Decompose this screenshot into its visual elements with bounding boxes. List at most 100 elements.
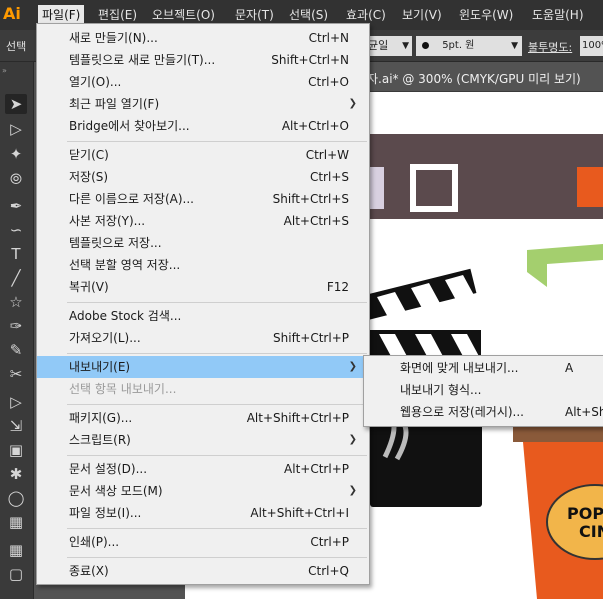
document-tab-title: 자.ai* @ 300% (CMYK/GPU 미리 보기): [367, 72, 581, 86]
menu-type[interactable]: 문자(T): [235, 7, 274, 23]
brush-dot-icon: [422, 41, 429, 49]
menu-item-new-from-template[interactable]: 템플릿으로 새로 만들기(T)... Shift+Ctrl+N: [37, 49, 369, 71]
gradient-tool-icon[interactable]: ▢: [5, 564, 27, 584]
variable-width-dropdown[interactable]: 균일 ▼: [366, 36, 412, 56]
menu-effect[interactable]: 효과(C): [346, 7, 386, 23]
lasso-icon[interactable]: ⦾: [5, 169, 27, 189]
magic-wand-icon[interactable]: ✦: [5, 144, 27, 164]
menu-item-close[interactable]: 닫기(C) Ctrl+W: [37, 144, 369, 166]
menu-select[interactable]: 선택(S): [289, 7, 328, 23]
shaper-tool-icon[interactable]: ✎: [5, 340, 27, 360]
reflect-tool-icon[interactable]: ▷: [5, 392, 27, 412]
menu-item-label: 문서 설정(D)...: [69, 462, 148, 476]
menu-item-label: 화면에 맞게 내보내기...: [400, 361, 519, 375]
puppet-warp-icon[interactable]: ✱: [5, 464, 27, 484]
chevron-right-icon: ❯: [348, 485, 357, 496]
selection-tool-icon[interactable]: ➤: [5, 94, 27, 114]
chevron-right-icon: ❯: [348, 434, 357, 445]
opacity-label[interactable]: 불투명도:: [528, 39, 572, 55]
menu-item-document-color-mode[interactable]: 문서 색상 모드(M) ❯: [37, 480, 369, 502]
menu-item-label: Adobe Stock 검색...: [69, 309, 182, 323]
mesh-tool-icon[interactable]: ▦: [5, 540, 27, 560]
menu-item-label: 선택 항목 내보내기...: [69, 382, 177, 396]
menu-item-save-copy[interactable]: 사본 저장(Y)... Alt+Ctrl+S: [37, 210, 369, 232]
free-transform-icon[interactable]: ▣: [5, 440, 27, 460]
menu-separator: [67, 455, 367, 456]
menu-item-open[interactable]: 열기(O)... Ctrl+O: [37, 71, 369, 93]
direct-selection-tool-icon[interactable]: ▷: [5, 119, 27, 139]
star-tool-icon[interactable]: ☆: [5, 292, 27, 312]
menu-item-label: 템플릿으로 새로 만들기(T)...: [69, 53, 216, 67]
variable-width-value: 균일: [368, 39, 389, 52]
menu-separator: [67, 404, 367, 405]
menu-separator: [67, 302, 367, 303]
menu-help[interactable]: 도움말(H): [532, 7, 584, 23]
menu-item-shortcut: Alt+Ctrl+O: [281, 119, 349, 133]
menu-item-file-info[interactable]: 파일 정보(I)... Alt+Shift+Ctrl+I: [37, 502, 369, 524]
menu-item-label: 문서 색상 모드(M): [69, 484, 163, 498]
menu-item-label: 다른 이름으로 저장(A)...: [69, 192, 194, 206]
menu-item-save-as[interactable]: 다른 이름으로 저장(A)... Shift+Ctrl+S: [37, 188, 369, 210]
menu-item-package[interactable]: 패키지(G)... Alt+Shift+Ctrl+P: [37, 407, 369, 429]
menu-edit[interactable]: 편집(E): [98, 7, 137, 23]
shape-builder-icon[interactable]: ◯: [5, 488, 27, 508]
menu-item-export[interactable]: 내보내기(E) ❯: [37, 356, 369, 378]
badge-text-line1: POP: [567, 504, 603, 523]
control-bar-label: 선택: [6, 40, 27, 53]
menu-item-label: 닫기(C): [69, 148, 109, 162]
submenu-item-export-as[interactable]: 내보내기 형식...: [364, 379, 603, 401]
perspective-grid-icon[interactable]: ▦: [5, 512, 27, 532]
menu-item-print[interactable]: 인쇄(P)... Ctrl+P: [37, 531, 369, 553]
menu-item-shortcut: Ctrl+W: [305, 148, 349, 162]
menu-item-revert[interactable]: 복귀(V) F12: [37, 276, 369, 298]
menu-item-save-as-template[interactable]: 템플릿으로 저장...: [37, 232, 369, 254]
menu-item-shortcut: Ctrl+Q: [308, 564, 349, 578]
menu-separator: [67, 528, 367, 529]
curvature-tool-icon[interactable]: ∽: [5, 220, 27, 240]
menu-item-label: 내보내기 형식...: [400, 383, 482, 397]
menu-item-browse-bridge[interactable]: Bridge에서 찾아보기... Alt+Ctrl+O: [37, 115, 369, 137]
menu-item-new[interactable]: 새로 만들기(N)... Ctrl+N: [37, 27, 369, 49]
menu-item-save-slices[interactable]: 선택 분할 영역 저장...: [37, 254, 369, 276]
export-submenu: 화면에 맞게 내보내기... A 내보내기 형식... 웹용으로 저장(레거시).…: [363, 355, 603, 427]
menu-item-adobe-stock[interactable]: Adobe Stock 검색...: [37, 305, 369, 327]
menu-item-shortcut: Alt+Shift+Ctrl+I: [250, 506, 349, 520]
brush-dropdown[interactable]: 5pt. 원 ▼: [416, 36, 522, 56]
menu-object[interactable]: 오브젝트(O): [152, 7, 215, 23]
scale-tool-icon[interactable]: ⇲: [5, 416, 27, 436]
menu-item-shortcut: Ctrl+N: [308, 31, 349, 45]
brush-value: 5pt. 원: [442, 40, 475, 51]
line-tool-icon[interactable]: ╱: [5, 268, 27, 288]
document-tab[interactable]: 자.ai* @ 300% (CMYK/GPU 미리 보기): [355, 62, 603, 92]
straw-shape: [527, 244, 603, 287]
pen-tool-icon[interactable]: ✒: [5, 196, 27, 216]
menu-item-label: 최근 파일 열기(F): [69, 97, 160, 111]
menu-item-shortcut: Ctrl+P: [310, 535, 349, 549]
type-tool-icon[interactable]: T: [5, 244, 27, 264]
tools-panel: » ➤ ▷ ✦ ⦾ ✒ ∽ T ╱ ☆ ✑ ✎ ✂ ▷ ⇲ ▣ ✱ ◯ ▦ ▦ …: [0, 62, 34, 599]
menu-item-export-selection[interactable]: 선택 항목 내보내기...: [37, 378, 369, 400]
banner-orange-shape: [577, 167, 603, 207]
menu-item-save[interactable]: 저장(S) Ctrl+S: [37, 166, 369, 188]
menu-item-shortcut: Alt+Sh: [565, 405, 603, 419]
menu-item-exit[interactable]: 종료(X) Ctrl+Q: [37, 560, 369, 582]
menu-item-label: 복귀(V): [69, 280, 109, 294]
menu-window[interactable]: 윈도우(W): [459, 7, 513, 23]
menu-view[interactable]: 보기(V): [402, 7, 442, 23]
menu-item-scripts[interactable]: 스크립트(R) ❯: [37, 429, 369, 451]
menu-item-shortcut: Shift+Ctrl+N: [271, 53, 349, 67]
submenu-item-save-for-web[interactable]: 웹용으로 저장(레거시)... Alt+Sh: [364, 401, 603, 423]
submenu-item-export-for-screens[interactable]: 화면에 맞게 내보내기... A: [364, 357, 603, 379]
menu-item-shortcut: Ctrl+S: [309, 170, 349, 184]
scissors-icon[interactable]: ✂: [5, 364, 27, 384]
panel-collapse-icon[interactable]: »: [2, 66, 7, 75]
paintbrush-icon[interactable]: ✑: [5, 316, 27, 336]
banner-bar-shape: [370, 167, 384, 209]
menu-item-place[interactable]: 가져오기(L)... Shift+Ctrl+P: [37, 327, 369, 349]
menu-item-document-setup[interactable]: 문서 설정(D)... Alt+Ctrl+P: [37, 458, 369, 480]
opacity-input[interactable]: 100%: [580, 36, 603, 56]
menu-item-label: 템플릿으로 저장...: [69, 236, 162, 250]
menu-item-open-recent[interactable]: 최근 파일 열기(F) ❯: [37, 93, 369, 115]
chevron-right-icon: ❯: [348, 361, 357, 372]
menu-item-label: 가져오기(L)...: [69, 331, 141, 345]
